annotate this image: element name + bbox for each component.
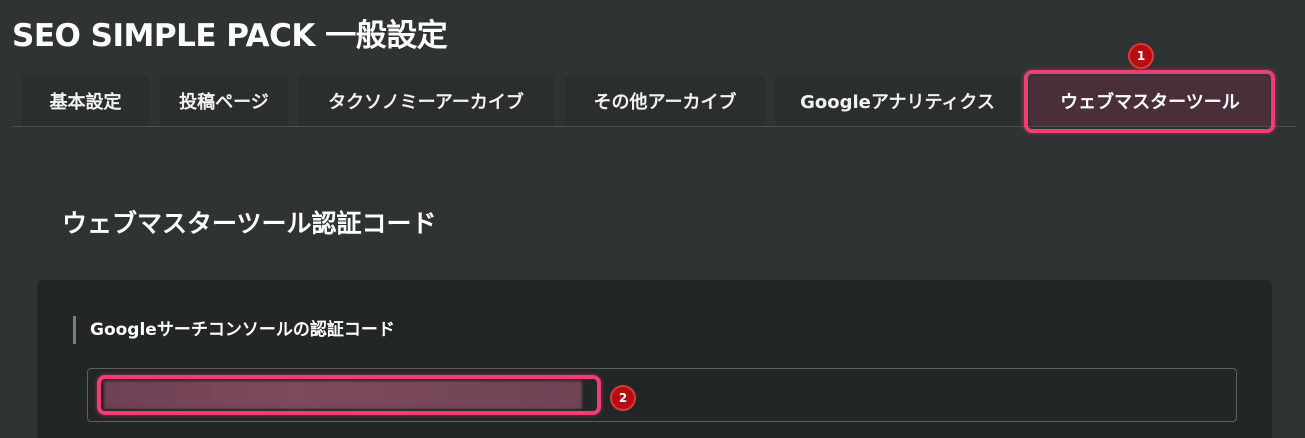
tab-basic-settings[interactable]: 基本設定 [22,76,149,126]
highlight-code-input [97,375,601,415]
settings-page: SEO SIMPLE PACK 一般設定 基本設定 投稿ページ タクソノミーアー… [0,0,1305,438]
tab-other-archive[interactable]: その他アーカイブ [565,76,765,126]
page-title: SEO SIMPLE PACK 一般設定 [12,18,448,54]
section-title: ウェブマスターツール認証コード [62,209,437,238]
annotation-badge-2: 2 [610,385,636,411]
tab-taxonomy-archive[interactable]: タクソノミーアーカイブ [298,76,554,126]
highlight-webmaster-tab [1024,70,1275,133]
tab-post-pages[interactable]: 投稿ページ [160,76,288,126]
tab-google-analytics[interactable]: Googleアナリティクス [775,76,1020,126]
google-search-console-label: Googleサーチコンソールの認証コード [73,316,395,344]
annotation-badge-1: 1 [1128,43,1154,69]
